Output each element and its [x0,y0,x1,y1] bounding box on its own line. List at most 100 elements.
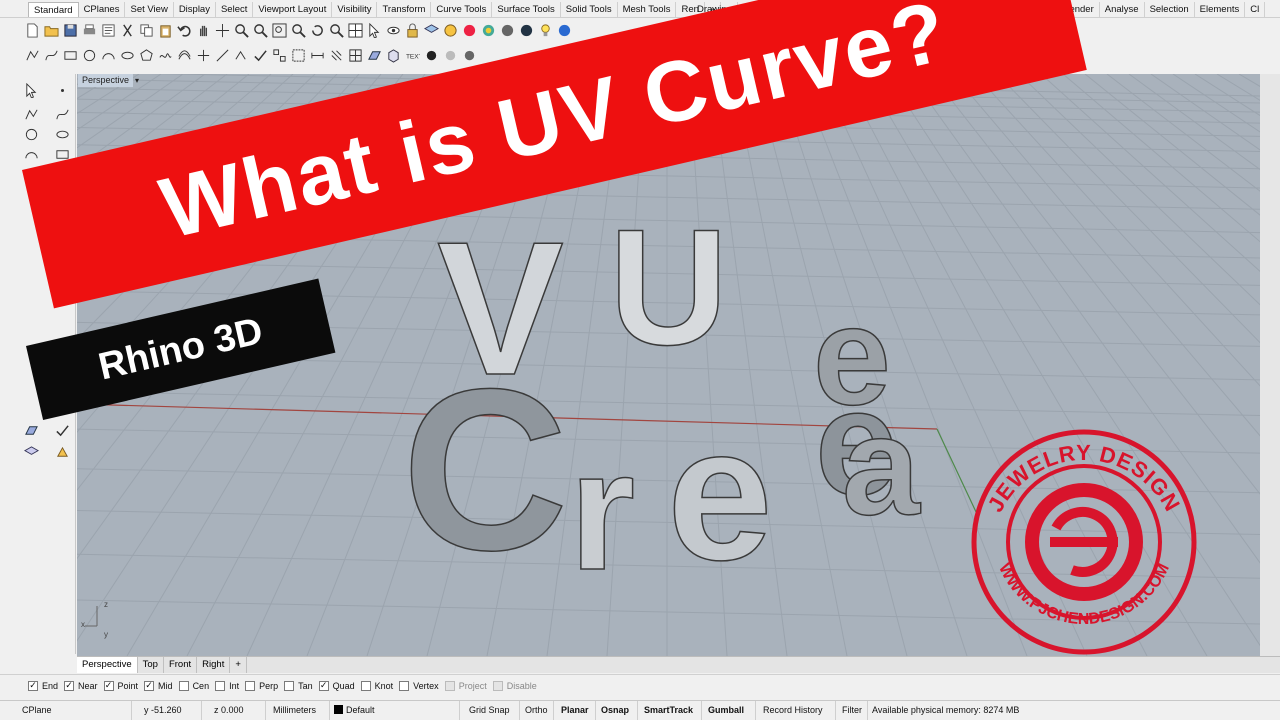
status-gumball[interactable]: Gumball [702,701,756,720]
zoom-icon[interactable] [233,22,250,39]
zoom-window-icon[interactable] [252,22,269,39]
split-icon[interactable] [214,47,231,64]
osnap-checkbox[interactable]: ✓ [144,680,155,691]
object-properties-icon[interactable] [442,22,459,39]
lock-icon[interactable] [404,22,421,39]
tab-viewport-layout[interactable]: Viewport Layout [253,2,333,17]
arc-tool-icon[interactable] [23,146,40,163]
join-icon[interactable] [233,47,250,64]
tab-selection[interactable]: Selection [1145,2,1195,17]
osnap-tan[interactable]: Tan [284,680,313,691]
osnap-checkbox[interactable] [360,680,371,691]
status-grid-snap[interactable]: Grid Snap [460,701,520,720]
tab-standard[interactable]: Standard [28,2,79,17]
zoom-extents-icon[interactable] [271,22,288,39]
osnap-vertex[interactable]: Vertex [399,680,439,691]
arc-icon[interactable] [100,47,117,64]
dimension-icon[interactable] [309,47,326,64]
save-icon[interactable] [62,22,79,39]
hatch-icon[interactable] [328,47,345,64]
surface-icon[interactable] [366,47,383,64]
tab-visibility[interactable]: Visibility [332,2,378,17]
polyline-tool-icon[interactable] [23,106,40,123]
tab-right[interactable]: Right [197,657,231,673]
check-icon[interactable] [252,47,269,64]
zoom-selected-icon[interactable] [290,22,307,39]
tab-cplanes[interactable]: CPlanes [79,2,126,17]
osnap-checkbox[interactable] [215,680,226,691]
osnap-checkbox[interactable] [444,680,455,691]
group-icon[interactable] [290,47,307,64]
print-icon[interactable] [81,22,98,39]
open-folder-icon[interactable] [43,22,60,39]
curve-tool-icon[interactable] [54,106,71,123]
status-units[interactable]: Millimeters [266,701,330,720]
hide-icon[interactable] [385,22,402,39]
osnap-checkbox[interactable] [245,680,256,691]
tab-display[interactable]: Display [174,2,216,17]
status-ortho[interactable]: Ortho [520,701,554,720]
osnap-perp[interactable]: Perp [245,680,278,691]
rendered-sphere-icon[interactable] [518,22,535,39]
help-icon[interactable] [556,22,573,39]
surface-tool-icon[interactable] [23,422,40,439]
tab-front[interactable]: Front [164,657,198,673]
explode-icon[interactable] [271,47,288,64]
status-cplane[interactable]: CPlane [0,701,132,720]
add-viewport-tab-button[interactable]: + [230,657,247,673]
osnap-cen[interactable]: Cen [178,680,209,691]
select-icon[interactable] [366,22,383,39]
osnap-point[interactable]: ✓ Point [103,680,138,691]
viewport-dropdown-icon[interactable]: ▾ [135,74,139,87]
ghosted-sphere-icon[interactable] [442,47,459,64]
ellipse-tool-icon[interactable] [54,126,71,143]
rotate-view-icon[interactable] [309,22,326,39]
osnap-checkbox[interactable] [178,680,189,691]
osnap-checkbox[interactable]: ✓ [318,680,329,691]
osnap-mid[interactable]: ✓ Mid [144,680,173,691]
tab-analyse[interactable]: Analyse [1100,2,1145,17]
point-icon[interactable] [54,82,71,99]
osnap-knot[interactable]: Knot [360,680,393,691]
tab-curve-tools[interactable]: Curve Tools [431,2,493,17]
rectangle-icon[interactable] [62,47,79,64]
move-view-icon[interactable] [214,22,231,39]
material-icon[interactable] [461,22,478,39]
circle-icon[interactable] [81,47,98,64]
status-osnap[interactable]: Osnap [596,701,638,720]
tab-select[interactable]: Select [216,2,254,17]
viewport-title[interactable]: Perspective [78,74,134,87]
osnap-checkbox[interactable]: ✓ [28,680,38,691]
copy-icon[interactable] [138,22,155,39]
osnap-quad[interactable]: ✓ Quad [318,680,355,691]
status-smarttrack[interactable]: SmartTrack [638,701,702,720]
status-filter[interactable]: Filter [836,701,868,720]
tab-set-view[interactable]: Set View [125,2,174,17]
tab-solid-tools[interactable]: Solid Tools [561,2,618,17]
osnap-disable[interactable]: Disable [492,680,537,691]
circle-tool-icon[interactable] [23,126,40,143]
layer-tool-icon[interactable] [23,444,40,461]
layer-icon[interactable] [423,22,440,39]
tab-perspective[interactable]: Perspective [77,657,138,673]
mesh-icon[interactable] [347,47,364,64]
check-tool-icon[interactable] [54,422,71,439]
text-object-icon[interactable]: TEXT [404,47,421,64]
tab-cl-truncated[interactable]: Cl [1245,2,1266,17]
properties-icon[interactable] [100,22,117,39]
ellipse-icon[interactable] [119,47,136,64]
paste-icon[interactable] [157,22,174,39]
color-wheel-icon[interactable] [480,22,497,39]
pan-hand-icon[interactable] [195,22,212,39]
status-planar[interactable]: Planar [554,701,596,720]
osnap-int[interactable]: Int [215,680,239,691]
tab-surface-tools[interactable]: Surface Tools [492,2,561,17]
osnap-project[interactable]: Project [444,680,487,691]
gradient-sphere-icon[interactable] [461,47,478,64]
light-icon[interactable] [537,22,554,39]
osnap-checkbox[interactable]: ✓ [103,680,114,691]
status-record-history[interactable]: Record History [756,701,836,720]
zoom-dynamic-icon[interactable] [328,22,345,39]
freeform-icon[interactable] [157,47,174,64]
polyline-icon[interactable] [24,47,41,64]
